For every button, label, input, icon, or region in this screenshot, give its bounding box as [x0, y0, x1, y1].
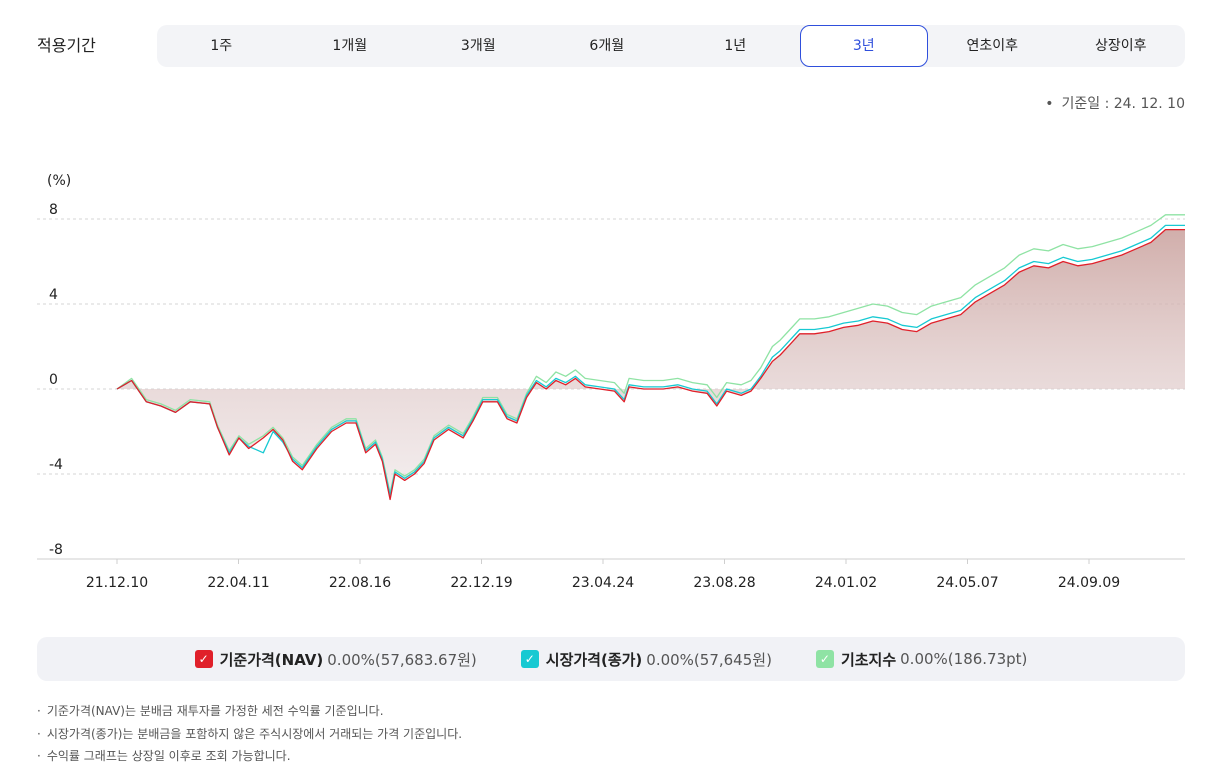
y-tick-label: 0: [49, 372, 58, 388]
y-tick-label: 8: [49, 202, 58, 218]
period-label: 적용기간: [37, 36, 96, 55]
note-text: 시장가격(종가)는 분배금을 포함하지 않은 주식시장에서 거래되는 가격 기준…: [46, 726, 463, 741]
x-tick-label: 22.04.11: [207, 575, 269, 591]
reference-date-text: 기준일 : 24. 12. 10: [1061, 96, 1185, 112]
bullet-icon: ·: [37, 704, 41, 718]
x-tick-label: 21.12.10: [86, 575, 148, 591]
x-tick-label: 22.08.16: [329, 575, 391, 591]
period-tabs: 1주 1개월 3개월 6개월 1년 3년 연초이후 상장이후: [157, 25, 1185, 67]
y-tick-label: 4: [49, 287, 58, 303]
x-axis: 21.12.10 22.04.11 22.08.16 22.12.19 23.04.24…: [37, 558, 1185, 591]
x-tick-label: 24.09.09: [1058, 575, 1120, 591]
bullet-icon: •: [1045, 96, 1054, 112]
check-icon[interactable]: ✓: [520, 650, 539, 668]
legend-item-market-price[interactable]: ✓ 시장가격(종가) 0.00%(57,645원): [520, 649, 772, 670]
notes: · 기준가격(NAV)는 분배금 재투자를 가정한 세전 수익률 기준입니다. ·…: [37, 700, 462, 768]
legend-name: 기초지수: [840, 650, 897, 669]
x-tick-label: 22.12.19: [450, 575, 512, 591]
tab-3m[interactable]: 3개월: [414, 25, 543, 67]
legend-name: 기준가격(NAV): [219, 650, 324, 669]
legend-item-base-index[interactable]: ✓ 기초지수 0.00%(186.73pt): [815, 649, 1028, 670]
x-tick-label: 24.01.02: [815, 575, 877, 591]
tab-3y[interactable]: 3년: [799, 25, 928, 67]
bullet-icon: ·: [37, 749, 41, 763]
legend-name: 시장가격(종가): [545, 650, 643, 669]
return-chart: (%) 8 4 0 -4 -8 21.12.10 22.04.11 22.08.16 22.1…: [37, 173, 1185, 591]
tab-ytd[interactable]: 연초이후: [928, 25, 1057, 67]
tab-1m[interactable]: 1개월: [286, 25, 415, 67]
legend-value: 0.00%(57,645원): [646, 650, 772, 669]
legend: ✓ 기준가격(NAV) 0.00%(57,683.67원) ✓ 시장가격(종가)…: [37, 637, 1185, 681]
y-axis: (%) 8 4 0 -4 -8: [47, 173, 71, 558]
note-item: · 수익률 그래프는 상장일 이후로 조회 가능합니다.: [37, 745, 462, 768]
check-icon[interactable]: ✓: [194, 650, 213, 668]
bullet-icon: ·: [37, 726, 41, 741]
check-icon[interactable]: ✓: [815, 650, 834, 668]
x-tick-label: 24.05.07: [936, 575, 998, 591]
note-text: 수익률 그래프는 상장일 이후로 조회 가능합니다.: [46, 749, 291, 763]
x-tick-label: 23.08.28: [693, 575, 755, 591]
legend-value: 0.00%(186.73pt): [900, 650, 1028, 668]
y-tick-label: -8: [49, 542, 63, 558]
tab-since-listing[interactable]: 상장이후: [1057, 25, 1186, 67]
period-selector: 적용기간 1주 1개월 3개월 6개월 1년 3년 연초이후 상장이후: [37, 25, 1185, 67]
note-item: · 시장가격(종가)는 분배금을 포함하지 않은 주식시장에서 거래되는 가격 기…: [37, 723, 462, 746]
legend-value: 0.00%(57,683.67원): [327, 650, 477, 669]
tab-1y[interactable]: 1년: [671, 25, 800, 67]
y-axis-unit: (%): [47, 173, 71, 189]
tab-1w[interactable]: 1주: [157, 25, 286, 67]
legend-item-nav[interactable]: ✓ 기준가격(NAV) 0.00%(57,683.67원): [194, 649, 477, 670]
x-tick-label: 23.04.24: [572, 575, 634, 591]
y-tick-label: -4: [49, 457, 63, 473]
note-item: · 기준가격(NAV)는 분배금 재투자를 가정한 세전 수익률 기준입니다.: [37, 700, 462, 723]
tab-6m[interactable]: 6개월: [543, 25, 672, 67]
note-text: 기준가격(NAV)는 분배금 재투자를 가정한 세전 수익률 기준입니다.: [46, 704, 384, 718]
reference-date: • 기준일 : 24. 12. 10: [1045, 93, 1185, 113]
